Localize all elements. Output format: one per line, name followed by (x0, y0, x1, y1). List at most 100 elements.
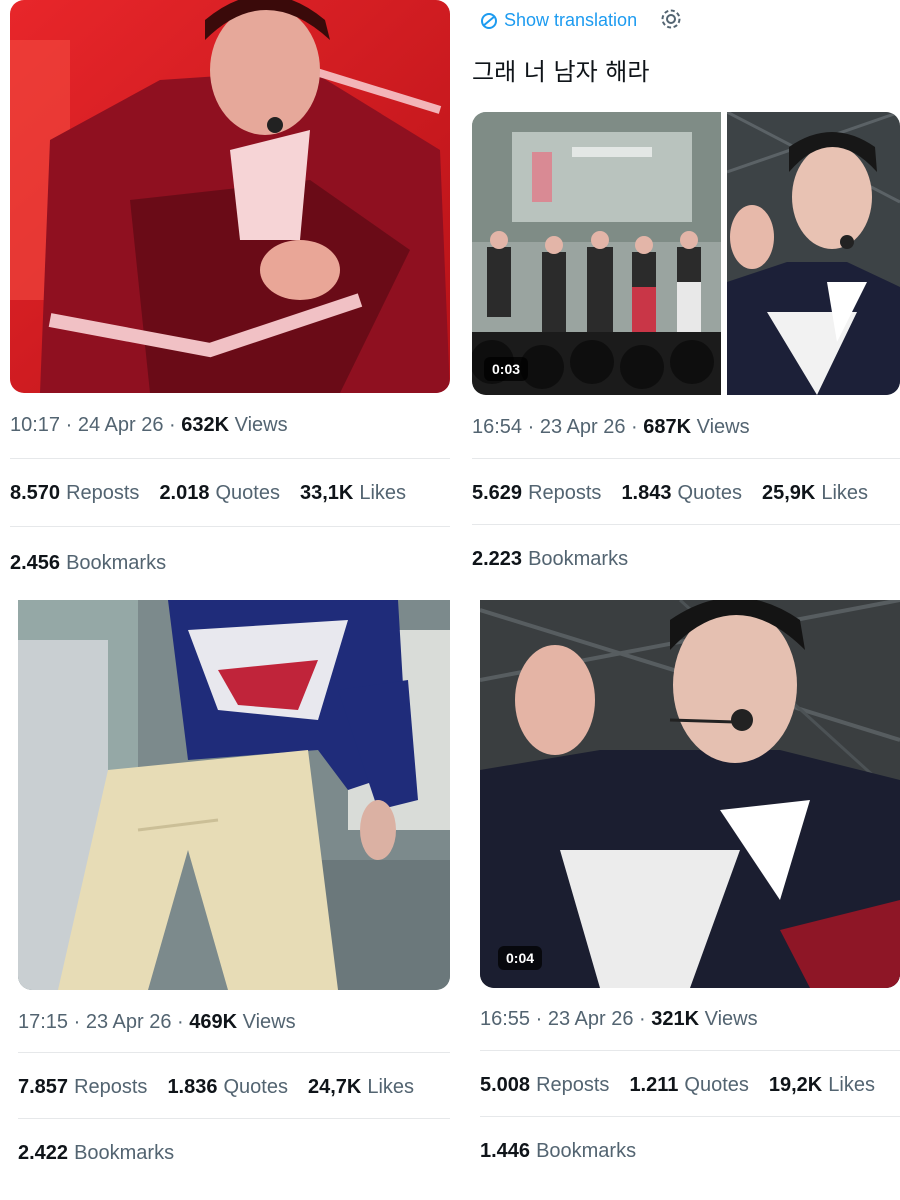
likes-label: Likes (821, 482, 869, 504)
bookmarks-label: Bookmarks (74, 1142, 175, 1164)
tweet-card-1: 10:17 · 24 Apr 26 · 632K Views 8.570 Repo… (0, 0, 460, 600)
divider (10, 458, 450, 459)
engagement-stats: 7.857 Reposts 1.836 Quotes 24,7K Likes (18, 1076, 414, 1099)
tweet-time[interactable]: 17:15 (18, 1011, 68, 1033)
quotes-stat[interactable]: 1.211 Quotes (629, 1074, 748, 1097)
bookmarks-label: Bookmarks (528, 548, 629, 570)
bookmarks-count: 2.422 (18, 1142, 69, 1164)
quotes-stat[interactable]: 1.843 Quotes (621, 482, 742, 505)
bookmarks-count: 2.223 (472, 548, 523, 570)
tweet-photo[interactable] (727, 112, 900, 395)
show-translation-link[interactable]: Show translation (480, 10, 637, 31)
performer-dance-photo (18, 600, 450, 990)
reposts-label: Reposts (74, 1076, 148, 1098)
tweet-meta: 16:54 · 23 Apr 26 · 687K Views (472, 416, 750, 438)
engagement-stats: 8.570 Reposts 2.018 Quotes 33,1K Likes (10, 482, 406, 505)
reposts-count: 7.857 (18, 1076, 69, 1098)
reposts-label: Reposts (66, 482, 140, 504)
tweet-date[interactable]: 23 Apr 26 (86, 1011, 172, 1033)
tweet-date[interactable]: 23 Apr 26 (548, 1008, 634, 1030)
likes-label: Likes (367, 1076, 415, 1098)
video-duration-badge: 0:04 (498, 946, 543, 970)
engagement-stats: 5.008 Reposts 1.211 Quotes 19,2K Likes (480, 1074, 875, 1097)
quotes-label: Quotes (677, 482, 742, 504)
performer-closeup-video-frame (480, 600, 900, 988)
quotes-stat[interactable]: 2.018 Quotes (159, 482, 280, 505)
likes-stat[interactable]: 24,7K Likes (308, 1076, 414, 1099)
quotes-count: 1.843 (621, 482, 672, 504)
tweet-photo[interactable] (10, 0, 450, 393)
tweet-meta: 10:17 · 24 Apr 26 · 632K Views (10, 414, 288, 436)
tweet-time[interactable]: 16:54 (472, 416, 522, 438)
views-count: 321K (651, 1008, 700, 1030)
divider (10, 526, 450, 527)
reposts-stat[interactable]: 5.008 Reposts (480, 1074, 609, 1097)
quotes-count: 2.018 (159, 482, 210, 504)
reposts-label: Reposts (536, 1074, 610, 1096)
bookmarks-label: Bookmarks (536, 1140, 637, 1162)
translate-icon (481, 12, 497, 29)
likes-stat[interactable]: 19,2K Likes (769, 1074, 875, 1097)
bookmarks-stat[interactable]: 2.456 Bookmarks (10, 552, 166, 575)
tweet-card-2: Show translation 그래 너 남자 해라 0:03 16:54 ·… (460, 0, 900, 600)
quotes-label: Quotes (223, 1076, 288, 1098)
likes-count: 19,2K (768, 1074, 823, 1096)
video-duration-badge: 0:03 (484, 357, 529, 381)
tweet-text: 그래 너 남자 해라 (472, 58, 650, 86)
likes-label: Likes (828, 1074, 875, 1096)
tweet-card-4: 0:04 16:55 · 23 Apr 26 · 321K Views 5.00… (470, 600, 900, 1200)
views-count: 469K (189, 1011, 238, 1033)
performer-closeup-photo (727, 112, 900, 395)
likes-count: 24,7K (307, 1076, 362, 1098)
likes-stat[interactable]: 25,9K Likes (762, 482, 868, 505)
reposts-label: Reposts (528, 482, 602, 504)
reposts-stat[interactable]: 8.570 Reposts (10, 482, 139, 505)
views-label: Views (234, 414, 288, 436)
divider (480, 1050, 900, 1051)
bookmarks-stat[interactable]: 1.446 Bookmarks (480, 1140, 636, 1163)
likes-count: 25,9K (761, 482, 816, 504)
likes-count: 33,1K (299, 482, 354, 504)
reposts-stat[interactable]: 7.857 Reposts (18, 1076, 147, 1099)
divider (18, 1052, 450, 1053)
likes-label: Likes (359, 482, 407, 504)
stage-group-video-frame (472, 112, 721, 395)
tweet-time[interactable]: 16:55 (480, 1008, 530, 1030)
reposts-count: 8.570 (10, 482, 61, 504)
tweet-video[interactable]: 0:04 (480, 600, 900, 988)
tweet-date[interactable]: 24 Apr 26 (78, 414, 164, 436)
gear-icon[interactable] (660, 8, 682, 36)
bookmarks-label: Bookmarks (66, 552, 167, 574)
engagement-stats: 5.629 Reposts 1.843 Quotes 25,9K Likes (472, 482, 868, 505)
divider (472, 458, 900, 459)
views-count: 687K (643, 416, 692, 438)
bookmarks-count: 1.446 (480, 1140, 531, 1162)
tweet-time[interactable]: 10:17 (10, 414, 60, 436)
quotes-count: 1.836 (167, 1076, 218, 1098)
quotes-stat[interactable]: 1.836 Quotes (167, 1076, 288, 1099)
bookmarks-stat[interactable]: 2.422 Bookmarks (18, 1142, 174, 1165)
reposts-count: 5.008 (480, 1074, 531, 1096)
likes-stat[interactable]: 33,1K Likes (300, 482, 406, 505)
performer-photo-red-stage (10, 0, 450, 393)
tweet-date[interactable]: 23 Apr 26 (540, 416, 626, 438)
show-translation-label: Show translation (504, 10, 638, 30)
reposts-stat[interactable]: 5.629 Reposts (472, 482, 601, 505)
tweet-photo[interactable] (18, 600, 450, 990)
quotes-label: Quotes (684, 1074, 749, 1096)
quotes-count: 1.211 (629, 1074, 679, 1096)
views-count: 632K (181, 414, 230, 436)
divider (480, 1116, 900, 1117)
tweet-meta: 16:55 · 23 Apr 26 · 321K Views (480, 1008, 758, 1030)
tweet-video[interactable]: 0:03 (472, 112, 721, 395)
divider (18, 1118, 450, 1119)
tweet-card-3: 17:15 · 23 Apr 26 · 469K Views 7.857 Repo… (0, 600, 460, 1200)
bookmarks-stat[interactable]: 2.223 Bookmarks (472, 548, 628, 571)
views-label: Views (696, 416, 750, 438)
quotes-label: Quotes (215, 482, 280, 504)
reposts-count: 5.629 (472, 482, 523, 504)
views-label: Views (242, 1011, 296, 1033)
tweet-meta: 17:15 · 23 Apr 26 · 469K Views (18, 1011, 296, 1033)
views-label: Views (704, 1008, 758, 1030)
divider (472, 524, 900, 525)
